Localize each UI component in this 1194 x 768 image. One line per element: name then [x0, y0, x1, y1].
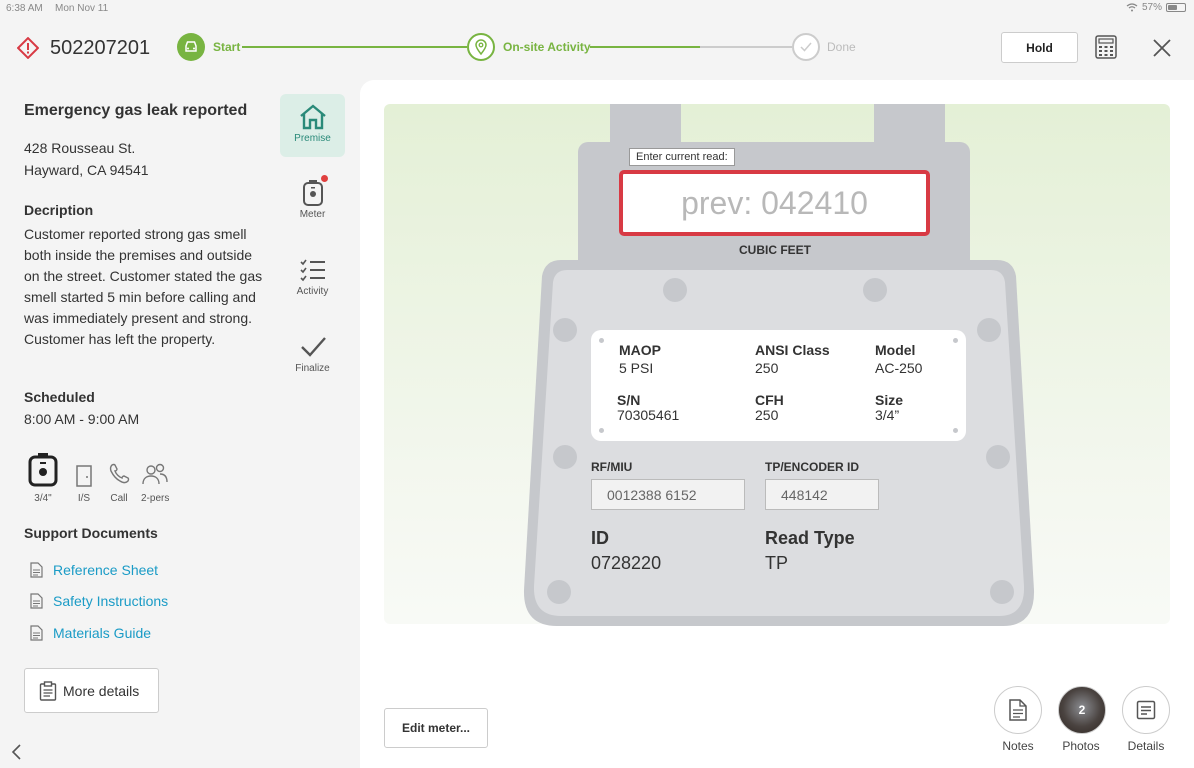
current-read-input[interactable]: prev: 042410	[619, 170, 930, 236]
status-time: 6:38 AM	[6, 3, 43, 14]
meter-icon	[28, 453, 58, 487]
close-icon[interactable]	[1152, 38, 1172, 58]
header: 502207201 Start On-site Activity Done Ho…	[0, 18, 1194, 80]
rf-miu-label: RF/MIU	[591, 460, 633, 474]
ticket-id: 502207201	[50, 37, 151, 59]
read-type-label: Read Type	[765, 528, 855, 548]
photos-count: 2	[1078, 703, 1086, 717]
progress-line-1	[242, 46, 467, 48]
scheduled-heading: Scheduled	[24, 389, 95, 405]
read-type-value: TP	[765, 553, 789, 573]
details-icon	[1136, 700, 1156, 720]
document-icon	[30, 562, 43, 578]
chevron-left-icon[interactable]	[10, 743, 22, 761]
serial-label: S/N	[617, 392, 641, 408]
model-label: Model	[875, 342, 916, 358]
tp-encoder-label: TP/ENCODER ID	[765, 460, 860, 474]
attribute-is: I/S	[74, 452, 94, 504]
attribute-call: Call	[108, 452, 130, 504]
door-icon	[76, 465, 92, 487]
progress-line-2	[590, 46, 700, 48]
meter-bolt	[863, 278, 887, 302]
size-label: Size	[875, 392, 904, 408]
step-start-icon	[177, 33, 205, 61]
checkmark-icon	[300, 337, 326, 357]
read-prompt-label: Enter current read:	[629, 148, 735, 166]
nav-finalize[interactable]: Finalize	[280, 324, 345, 388]
meter-bolt	[663, 278, 687, 302]
alert-icon	[17, 37, 39, 59]
checklist-icon	[299, 259, 325, 282]
meter-bolt	[553, 445, 577, 469]
job-title: Emergency gas leak reported	[24, 102, 248, 119]
attribute-two-person: 2-pers	[141, 452, 169, 504]
meter-badge	[321, 175, 328, 182]
battery-percent: 57%	[1141, 2, 1162, 13]
description-text: Customer reported strong gas smell both …	[24, 226, 263, 347]
note-icon	[1009, 699, 1027, 721]
step-done-label: Done	[827, 40, 856, 54]
people-icon	[142, 463, 168, 485]
step-onsite-label: On-site Activity	[503, 40, 591, 54]
scheduled-time: 8:00 AM - 9:00 AM	[24, 411, 140, 427]
status-right: 57%	[1126, 2, 1186, 13]
status-date: Mon Nov 11	[55, 3, 109, 14]
meter-bolt	[990, 580, 1014, 604]
document-link-materials-guide[interactable]: Materials Guide	[30, 625, 151, 641]
nav-premise[interactable]: Premise	[280, 94, 345, 157]
ansi-class-value: 250	[755, 360, 779, 376]
step-start-label: Start	[213, 40, 241, 54]
meter-bolt	[977, 318, 1001, 342]
meter-bolt	[553, 318, 577, 342]
meter-bolt	[986, 445, 1010, 469]
meter-icon	[302, 180, 323, 206]
more-details-button[interactable]: More details	[24, 668, 159, 713]
model-value: AC-250	[875, 360, 923, 376]
ansi-class-label: ANSI Class	[755, 342, 830, 358]
details-label: Details	[1127, 739, 1165, 753]
hold-button[interactable]: Hold	[1001, 32, 1078, 63]
serial-value: 70305461	[617, 407, 680, 423]
nav-activity[interactable]: Activity	[280, 247, 345, 311]
notes-button[interactable]	[994, 686, 1042, 734]
battery-icon	[1166, 3, 1186, 12]
step-onsite-icon	[467, 33, 495, 61]
document-icon	[30, 593, 43, 609]
maop-value: 5 PSI	[619, 360, 654, 376]
progress-line-3	[700, 46, 792, 48]
photos-button[interactable]: 2	[1058, 686, 1106, 734]
document-link-safety-instructions[interactable]: Safety Instructions	[30, 593, 168, 609]
rf-miu-field: 0012388 6152	[591, 479, 745, 510]
cfh-value: 250	[755, 407, 779, 423]
calculator-icon[interactable]	[1095, 35, 1117, 59]
unit-label: CUBIC FEET	[739, 243, 811, 257]
photos-label: Photos	[1062, 739, 1100, 753]
support-documents-heading: Support Documents	[24, 525, 158, 541]
document-link-reference-sheet[interactable]: Reference Sheet	[30, 562, 158, 578]
meter-nameplate: MAOP 5 PSI ANSI Class 250 Model AC-250 S…	[591, 330, 966, 441]
details-button[interactable]	[1122, 686, 1170, 734]
size-value: 3/4”	[875, 407, 900, 423]
home-icon	[299, 104, 326, 130]
clipboard-icon	[39, 680, 57, 701]
address-line-2: Hayward, CA 94541	[24, 162, 149, 178]
step-done-icon	[792, 33, 820, 61]
wifi-icon	[1126, 3, 1138, 12]
meter-id-label: ID	[591, 528, 609, 548]
meter-bolt	[547, 580, 571, 604]
status-bar: 6:38 AM Mon Nov 11 57%	[0, 0, 1194, 18]
cfh-label: CFH	[755, 392, 784, 408]
phone-icon	[109, 463, 130, 484]
document-icon	[30, 625, 43, 641]
meter-id-value: 0728220	[591, 553, 662, 573]
edit-meter-button[interactable]: Edit meter...	[384, 708, 488, 748]
meter-read-panel: Enter current read: prev: 042410 CUBIC F…	[360, 80, 1194, 768]
description-heading: Decription	[24, 202, 94, 218]
tp-encoder-field: 448142	[765, 479, 879, 510]
maop-label: MAOP	[619, 342, 661, 358]
notes-label: Notes	[1002, 739, 1034, 753]
attribute-meter-size: 3/4"	[27, 452, 59, 504]
nav-meter[interactable]: Meter	[280, 170, 345, 234]
address-line-1: 428 Rousseau St.	[24, 140, 136, 156]
